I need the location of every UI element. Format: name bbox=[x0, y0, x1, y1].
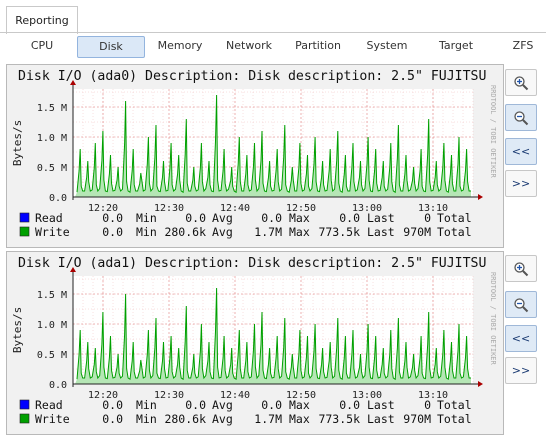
y-tick-label: 0.5 M bbox=[37, 163, 67, 174]
page-forward-button[interactable]: >> bbox=[505, 357, 537, 384]
legend-avg: 1.7M bbox=[254, 412, 282, 426]
subtab-partition[interactable]: Partition bbox=[286, 36, 350, 56]
legend-current: 0.0 bbox=[102, 225, 123, 239]
tab-reporting[interactable]: Reporting bbox=[6, 6, 78, 34]
legend-label: Write bbox=[35, 412, 70, 426]
subtab-cpu[interactable]: CPU bbox=[8, 36, 76, 56]
legend-label: Read bbox=[35, 211, 63, 225]
graph-panel-ada1: Disk I/O (ada1) Description: Disk descri… bbox=[6, 251, 504, 435]
legend-last-label: Last bbox=[367, 412, 395, 426]
legend-min-label: Min bbox=[136, 211, 157, 225]
legend-last-label: Last bbox=[367, 398, 395, 412]
legend-max-label: Max bbox=[289, 225, 310, 239]
y-tick-label: 1.0 M bbox=[37, 133, 67, 144]
legend-max-label: Max bbox=[289, 412, 310, 426]
x-axis-arrow bbox=[478, 381, 483, 387]
y-tick-label: 1.0 M bbox=[37, 320, 67, 331]
graph-title: Disk I/O (ada0) Description: Disk descri… bbox=[18, 69, 486, 84]
zoom-in-button[interactable] bbox=[505, 69, 537, 96]
legend-max: 773.5k bbox=[318, 412, 360, 426]
legend-max-label: Max bbox=[289, 211, 310, 225]
legend-min: 280.6k bbox=[164, 225, 206, 239]
page-back-label: << bbox=[511, 145, 531, 158]
y-tick-label: 0.0 bbox=[49, 193, 67, 204]
legend-min: 0.0 bbox=[185, 211, 206, 225]
zoom-in-button[interactable] bbox=[505, 255, 537, 282]
legend-avg-label: Avg bbox=[212, 211, 233, 225]
legend-min-label: Min bbox=[136, 398, 157, 412]
tab-strip-divider bbox=[0, 32, 546, 33]
subtab-network[interactable]: Network bbox=[217, 36, 281, 56]
y-axis-label: Bytes/s bbox=[11, 307, 24, 353]
x-tick-label: 12:30 bbox=[154, 390, 184, 401]
subtab-bar: CPU Disk Memory Network Partition System… bbox=[0, 35, 546, 59]
legend-max-label: Max bbox=[289, 398, 310, 412]
legend-avg-label: Avg bbox=[212, 225, 233, 239]
subtab-system[interactable]: System bbox=[355, 36, 419, 56]
legend-label: Read bbox=[35, 398, 63, 412]
graph-title: Disk I/O (ada1) Description: Disk descri… bbox=[18, 256, 486, 271]
legend-swatch-read bbox=[19, 212, 30, 223]
page-forward-label: >> bbox=[511, 364, 531, 377]
legend-total-label: Total bbox=[437, 211, 472, 225]
legend-avg: 1.7M bbox=[254, 225, 282, 239]
legend-current: 0.0 bbox=[102, 211, 123, 225]
legend-total-label: Total bbox=[437, 398, 472, 412]
y-axis-label: Bytes/s bbox=[11, 120, 24, 166]
legend-max: 773.5k bbox=[318, 225, 360, 239]
legend-avg-label: Avg bbox=[212, 398, 233, 412]
legend-min-label: Min bbox=[136, 412, 157, 426]
x-tick-label: 12:30 bbox=[154, 203, 184, 214]
subtab-memory[interactable]: Memory bbox=[148, 36, 212, 56]
page-forward-button[interactable]: >> bbox=[505, 170, 537, 197]
page-back-button[interactable]: << bbox=[505, 138, 537, 165]
legend-current: 0.0 bbox=[102, 398, 123, 412]
legend-last: 0 bbox=[424, 398, 431, 412]
legend-total-label: Total bbox=[437, 225, 472, 239]
graph-panel-ada0: Disk I/O (ada0) Description: Disk descri… bbox=[6, 64, 504, 248]
zoom-out-button[interactable] bbox=[505, 104, 537, 131]
subtab-target[interactable]: Target bbox=[424, 36, 488, 56]
zoom-out-button[interactable] bbox=[505, 291, 537, 318]
legend-swatch-write bbox=[19, 413, 30, 424]
zoom-in-icon bbox=[514, 75, 529, 90]
legend-swatch-read bbox=[19, 399, 30, 410]
rrdtool-watermark: RRDTOOL / TOBI OETIKER bbox=[489, 85, 497, 179]
legend-min: 0.0 bbox=[185, 398, 206, 412]
legend-last: 970M bbox=[403, 412, 431, 426]
y-tick-label: 0.0 bbox=[49, 380, 67, 391]
y-tick-label: 1.5 M bbox=[37, 103, 67, 114]
legend-total-label: Total bbox=[437, 412, 472, 426]
legend-last-label: Last bbox=[367, 225, 395, 239]
zoom-out-icon bbox=[514, 297, 529, 312]
legend-min-label: Min bbox=[136, 225, 157, 239]
legend-avg-label: Avg bbox=[212, 412, 233, 426]
rrdtool-watermark: RRDTOOL / TOBI OETIKER bbox=[489, 272, 497, 366]
disk-io-graph-ada1: Disk I/O (ada1) Description: Disk descri… bbox=[11, 256, 497, 426]
legend-avg: 0.0 bbox=[261, 211, 282, 225]
page-forward-label: >> bbox=[511, 177, 531, 190]
legend-last-label: Last bbox=[367, 211, 395, 225]
page-back-label: << bbox=[511, 332, 531, 345]
legend-last: 0 bbox=[424, 211, 431, 225]
legend-avg: 0.0 bbox=[261, 398, 282, 412]
subtab-zfs[interactable]: ZFS bbox=[500, 36, 546, 56]
zoom-in-icon bbox=[514, 261, 529, 276]
legend-min: 280.6k bbox=[164, 412, 206, 426]
y-tick-label: 0.5 M bbox=[37, 350, 67, 361]
disk-io-graph-ada0: Disk I/O (ada0) Description: Disk descri… bbox=[11, 69, 497, 239]
page-back-button[interactable]: << bbox=[505, 325, 537, 352]
legend-last: 970M bbox=[403, 225, 431, 239]
y-tick-label: 1.5 M bbox=[37, 290, 67, 301]
legend-max: 0.0 bbox=[339, 398, 360, 412]
legend-current: 0.0 bbox=[102, 412, 123, 426]
zoom-out-icon bbox=[514, 110, 529, 125]
subtab-disk[interactable]: Disk bbox=[77, 36, 145, 58]
legend-max: 0.0 bbox=[339, 211, 360, 225]
x-axis-arrow bbox=[478, 194, 483, 200]
legend-label: Write bbox=[35, 225, 70, 239]
legend-swatch-write bbox=[19, 226, 30, 237]
